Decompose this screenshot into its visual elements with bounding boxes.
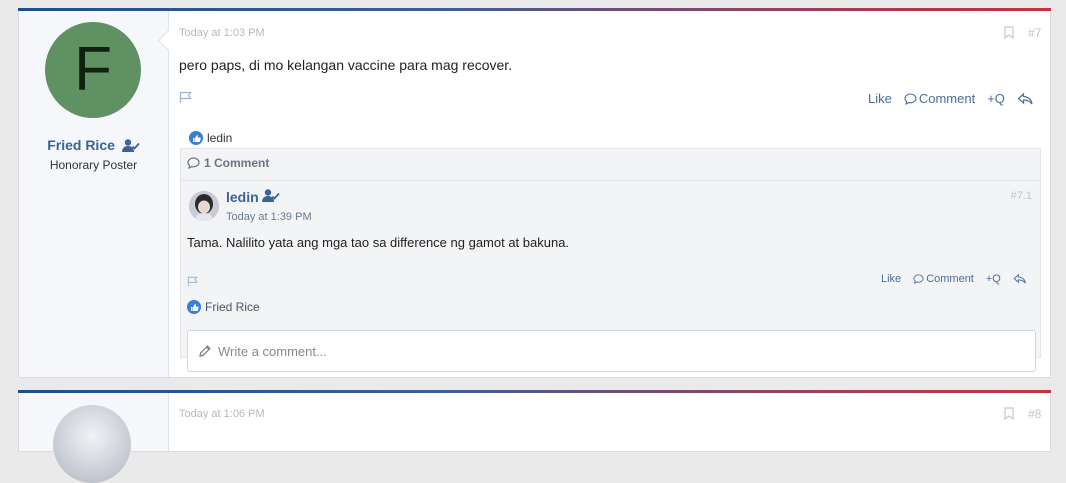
post-number[interactable]: #7 — [1028, 26, 1041, 40]
post-number[interactable]: #8 — [1028, 407, 1041, 421]
post-time[interactable]: Today at 1:03 PM — [179, 27, 265, 39]
post-7: F Fried Rice Honorary Poster Today at 1:… — [18, 8, 1051, 378]
avatar[interactable]: F — [45, 22, 141, 118]
post-8: Today at 1:06 PM #8 — [18, 390, 1051, 483]
author-title: Honorary Poster — [49, 158, 138, 172]
comment-comment-label: Comment — [926, 273, 974, 285]
like-label: Like — [868, 91, 892, 106]
bookmark-icon[interactable] — [1004, 407, 1014, 425]
quote-label: +Q — [987, 91, 1005, 106]
comment-label: Comment — [918, 91, 976, 106]
comment-number[interactable]: #7.1 — [1011, 190, 1032, 202]
author-name-text[interactable]: Fried Rice — [47, 137, 115, 153]
comment-icon — [187, 157, 200, 169]
bookmark-icon[interactable] — [1004, 26, 1014, 44]
post-actions: Like Comment +Q — [868, 91, 1036, 106]
comment-button[interactable]: Comment — [904, 91, 975, 106]
post-time[interactable]: Today at 1:06 PM — [179, 408, 265, 420]
sidebar-notch — [157, 29, 180, 52]
flag-icon[interactable] — [179, 91, 193, 109]
comment-input[interactable] — [216, 342, 1020, 360]
post-message: pero paps, di mo kelangan vaccine para m… — [179, 57, 513, 73]
user-check-icon — [261, 189, 280, 205]
avatar[interactable] — [53, 405, 131, 483]
author-name[interactable]: Fried Rice — [19, 137, 168, 155]
comment-quote-button[interactable]: +Q — [986, 273, 1001, 285]
post-author-sidebar: F Fried Rice Honorary Poster — [19, 11, 180, 377]
comment-input-box[interactable] — [187, 330, 1036, 372]
reply-button[interactable] — [1017, 92, 1036, 106]
post-top-bar — [18, 8, 1051, 11]
post-author-sidebar — [19, 393, 169, 483]
comment-like-button[interactable]: Like — [881, 273, 901, 285]
user-check-icon — [121, 139, 140, 155]
comment-quote-label: +Q — [985, 273, 1001, 285]
comment-icon — [904, 92, 917, 105]
post-top-bar — [18, 390, 1051, 393]
comment-avatar[interactable] — [189, 191, 219, 221]
comment-actions: Like Comment +Q — [881, 273, 1029, 285]
multi-quote-button[interactable]: +Q — [987, 91, 1005, 106]
comment-author-name[interactable]: ledin — [226, 189, 259, 205]
reply-icon — [1013, 273, 1026, 284]
comments-count-label: 1 Comment — [204, 156, 270, 170]
comment-like-label: Like — [881, 273, 902, 285]
comment-time[interactable]: Today at 1:39 PM — [226, 211, 312, 223]
comment-author[interactable]: ledin — [226, 189, 280, 205]
post-reactions[interactable]: ledin — [189, 131, 232, 145]
flag-icon[interactable] — [187, 274, 199, 292]
like-button[interactable]: Like — [868, 91, 892, 106]
pencil-icon — [199, 345, 211, 357]
comment-text: Tama. Nalilito yata ang mga tao sa diffe… — [187, 235, 570, 250]
comments-section: 1 Comment ledin Today at 1:39 PM #7.1 Ta… — [180, 148, 1041, 372]
divider — [181, 180, 1040, 181]
comment-comment-button[interactable]: Comment — [913, 273, 974, 285]
comment-reactions[interactable]: Fried Rice — [187, 300, 260, 314]
comment-icon — [913, 274, 924, 284]
thumbs-up-icon — [187, 300, 201, 314]
reply-icon — [1017, 92, 1033, 104]
comments-count[interactable]: 1 Comment — [187, 156, 269, 170]
thumbs-up-icon — [189, 131, 203, 145]
comment-reply-button[interactable] — [1013, 273, 1029, 285]
reaction-names[interactable]: ledin — [207, 131, 232, 145]
comment-reaction-names[interactable]: Fried Rice — [205, 300, 260, 314]
